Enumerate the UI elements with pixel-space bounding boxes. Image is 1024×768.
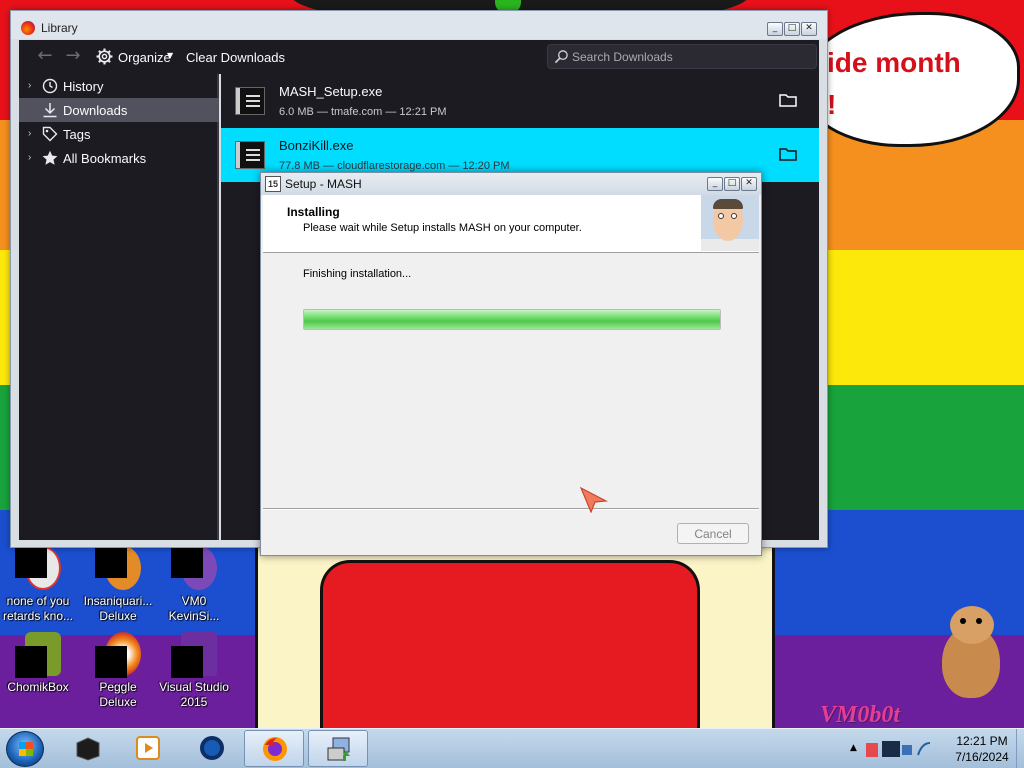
clock-date[interactable]: 7/16/2024 <box>940 750 1024 764</box>
sidebar-item-label: Downloads <box>63 103 128 118</box>
windows-logo-icon <box>19 742 33 756</box>
mascot-image <box>701 195 759 251</box>
expand-arrow-icon[interactable]: › <box>28 128 31 139</box>
installer-icon <box>327 737 350 761</box>
chevron-down-icon: ▼ <box>167 51 174 60</box>
download-filename: MASH_Setup.exe <box>279 84 383 99</box>
progress-bar-fill <box>304 310 720 329</box>
wallpaper-figure-shirt <box>320 560 700 728</box>
maximize-button[interactable]: □ <box>724 177 740 191</box>
desktop-icon-peggle-deluxe[interactable]: Peggle Deluxe <box>80 632 156 710</box>
wallpaper-watermark: VM0b0t <box>820 702 901 728</box>
expand-arrow-icon[interactable]: › <box>28 80 31 91</box>
tray-icons[interactable] <box>864 737 934 761</box>
sidebar-item-downloads[interactable]: Downloads <box>19 98 219 122</box>
sidebar-item-history[interactable]: › History <box>19 74 219 98</box>
search-downloads-input[interactable] <box>572 46 812 67</box>
desktop-icon-vm0-kevin[interactable]: VM0 KevinSi... <box>156 546 232 624</box>
desktop-icon-chomikbox[interactable]: ChomikBox <box>0 632 76 695</box>
globe-icon <box>200 736 224 760</box>
download-icon <box>43 103 57 118</box>
folder-icon[interactable] <box>779 92 797 108</box>
minimize-button[interactable]: _ <box>767 22 783 36</box>
search-box[interactable] <box>547 44 817 69</box>
forward-arrow-icon[interactable]: → <box>63 46 83 66</box>
start-button[interactable] <box>6 731 44 767</box>
media-player-icon <box>136 736 160 760</box>
close-button[interactable]: ✕ <box>801 22 817 36</box>
star-icon <box>42 150 58 165</box>
hamster-gadget-icon <box>938 604 1004 700</box>
show-hidden-icons-icon[interactable]: ▲ <box>850 743 857 753</box>
download-filename: BonziKill.exe <box>279 138 354 153</box>
organize-button[interactable]: Organize <box>118 50 171 65</box>
desktop-icon-label: Insaniquari... Deluxe <box>83 594 153 623</box>
desktop-icon-document[interactable]: none of you retards kno... <box>0 546 76 624</box>
setup-header: Installing Please wait while Setup insta… <box>263 195 759 253</box>
sidebar-item-all-bookmarks[interactable]: › All Bookmarks <box>19 146 219 170</box>
setup-heading: Installing <box>287 205 340 219</box>
download-meta: 77.8 MB — cloudflarestorage.com — 12:20 … <box>279 160 510 172</box>
back-arrow-icon[interactable]: ← <box>35 46 55 66</box>
desktop-icon-insaniquarium[interactable]: Insaniquari... Deluxe <box>80 546 156 624</box>
sidebar-item-label: All Bookmarks <box>63 151 147 166</box>
desktop-icon-label: ChomikBox <box>7 680 69 694</box>
search-icon <box>554 50 568 64</box>
gear-icon[interactable] <box>96 48 113 65</box>
firefox-icon <box>21 21 35 35</box>
setup-app-icon: 15 <box>265 176 281 192</box>
clock-time[interactable]: 12:21 PM <box>940 734 1024 748</box>
taskbar-app-media-player[interactable] <box>118 730 178 767</box>
desktop-icon-label: VM0 KevinSi... <box>168 594 220 623</box>
desktop-icon-label: Visual Studio 2015 <box>159 680 229 709</box>
clock-icon <box>42 78 58 94</box>
taskbar-app-globe[interactable] <box>182 730 242 767</box>
setup-window[interactable]: 15 Setup - MASH _ □ ✕ Installing Please … <box>260 172 762 556</box>
taskbar-app-firefox[interactable] <box>244 730 304 767</box>
library-toolbar: ← → Organize ▼ Clear Downloads <box>19 40 819 74</box>
download-meta: 6.0 MB — tmafe.com — 12:21 PM <box>279 106 447 118</box>
speech-bubble-line-1: ide month <box>827 47 961 78</box>
notification-area: ▲ <box>848 729 938 768</box>
download-item[interactable]: MASH_Setup.exe 6.0 MB — tmafe.com — 12:2… <box>221 74 819 128</box>
setup-caption-buttons: _ □ ✕ <box>707 177 757 191</box>
library-title: Library <box>41 21 78 35</box>
library-caption-buttons: _ □ ✕ <box>767 22 817 36</box>
install-progress-bar <box>303 309 721 330</box>
sidebar-item-tags[interactable]: › Tags <box>19 122 219 146</box>
install-status-text: Finishing installation... <box>303 268 412 280</box>
setup-titlebar[interactable]: 15 Setup - MASH _ □ ✕ <box>261 173 761 195</box>
setup-subheading: Please wait while Setup installs MASH on… <box>303 222 582 234</box>
taskbar-app-setup[interactable] <box>308 730 368 767</box>
sidebar-item-label: History <box>63 79 104 94</box>
setup-title: Setup - MASH <box>285 177 362 191</box>
setup-divider <box>263 508 759 510</box>
library-sidebar: › History Downloads › Tags › All Bookmar… <box>19 74 219 540</box>
tag-icon <box>42 126 58 142</box>
folder-icon[interactable] <box>779 146 797 162</box>
clear-downloads-button[interactable]: Clear Downloads <box>186 50 285 65</box>
mouse-cursor-icon <box>580 487 608 513</box>
sidebar-item-label: Tags <box>63 127 91 142</box>
desktop-icon-visual-studio[interactable]: Visual Studio 2015 <box>156 632 232 710</box>
close-button[interactable]: ✕ <box>741 177 757 191</box>
exe-file-icon <box>235 141 265 169</box>
black-box-icon <box>76 737 100 761</box>
taskbar: ▲ 12:21 PM 7/16/2024 <box>0 728 1024 768</box>
exe-file-icon <box>235 87 265 115</box>
desktop-icon-label: Peggle Deluxe <box>99 680 137 709</box>
expand-arrow-icon[interactable]: › <box>28 152 31 163</box>
speech-bubble-line-2: ! <box>827 89 837 120</box>
minimize-button[interactable]: _ <box>707 177 723 191</box>
library-titlebar[interactable]: Library _ □ ✕ <box>11 11 827 39</box>
desktop-icon-label: none of you retards kno... <box>2 594 74 623</box>
firefox-icon <box>263 737 287 761</box>
cancel-button[interactable]: Cancel <box>677 523 749 544</box>
show-desktop-button[interactable] <box>1016 729 1024 768</box>
maximize-button[interactable]: □ <box>784 22 800 36</box>
taskbar-app-vm-box[interactable] <box>58 730 118 767</box>
